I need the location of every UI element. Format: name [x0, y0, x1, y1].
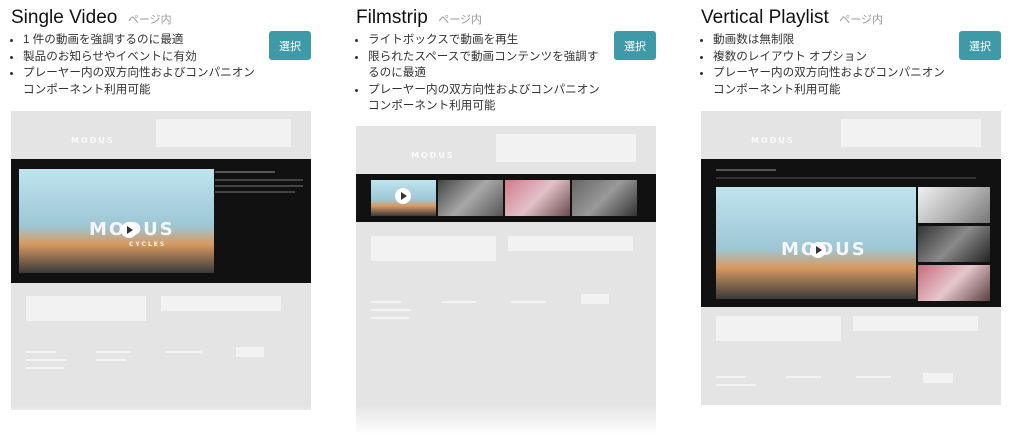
layout-preview-thumbnail[interactable]: MODUS MODUS CYCLES [11, 111, 311, 410]
feature-list: 動画数は無制限 複数のレイアウト オプション プレーヤー内の双方向性およびコンパ… [701, 32, 953, 98]
playlist-item [918, 226, 990, 262]
card-subtitle: ページ内 [127, 14, 172, 26]
card-header: Single Video ページ内 [11, 7, 172, 29]
select-button[interactable]: 選択 [959, 31, 1001, 60]
card-header: Vertical Playlist ページ内 [701, 7, 883, 29]
layout-card-vertical-playlist: Vertical Playlist ページ内 動画数は無制限 複数のレイアウト … [701, 0, 1011, 435]
filmstrip-item [572, 180, 637, 216]
playlist-item [918, 265, 990, 301]
video-player-area: MODUS CYCLES [11, 159, 311, 283]
feature-list: ライトボックスで動画を再生 限られたスペースで動画コンテンツを強調するのに最適 … [356, 32, 608, 115]
filmstrip-item [371, 180, 436, 216]
card-title: Vertical Playlist [701, 7, 829, 28]
select-button[interactable]: 選択 [269, 31, 311, 60]
feature-item: プレーヤー内の双方向性およびコンパニオン コンポーネント利用可能 [368, 82, 608, 115]
layout-card-filmstrip: Filmstrip ページ内 ライトボックスで動画を再生 限られたスペースで動画… [356, 0, 666, 435]
feature-item: 限られたスペースで動画コンテンツを強調するのに最適 [368, 49, 608, 82]
card-header: Filmstrip ページ内 [356, 7, 482, 29]
feature-item: 動画数は無制限 [713, 32, 953, 49]
playlist-item [918, 187, 990, 223]
video-frame: MODUS CYCLES [19, 169, 214, 273]
play-icon [121, 222, 137, 238]
brand-subtext: CYCLES [129, 241, 167, 248]
filmstrip-bar [356, 174, 656, 222]
feature-item: ライトボックスで動画を再生 [368, 32, 608, 49]
card-title: Filmstrip [356, 7, 428, 28]
layout-card-single-video: Single Video ページ内 1 件の動画を強調するのに最適 製品のお知ら… [11, 0, 321, 435]
layout-preview-thumbnail[interactable]: MODUS [356, 126, 656, 435]
play-icon [810, 242, 826, 258]
feature-item: プレーヤー内の双方向性およびコンパニオン コンポーネント利用可能 [713, 65, 953, 98]
feature-item: 製品のお知らせやイベントに有効 [23, 49, 263, 66]
card-subtitle: ページ内 [438, 14, 483, 26]
play-icon [395, 188, 411, 204]
video-frame: MODUS [716, 187, 916, 299]
video-player-area: MODUS [701, 159, 1001, 307]
feature-item: 1 件の動画を強調するのに最適 [23, 32, 263, 49]
preview-logo: MODUS [751, 136, 795, 145]
card-title: Single Video [11, 7, 118, 28]
select-button[interactable]: 選択 [614, 31, 656, 60]
feature-item: プレーヤー内の双方向性およびコンパニオン コンポーネント利用可能 [23, 65, 263, 98]
preview-logo: MODUS [71, 136, 115, 145]
filmstrip-item [505, 180, 570, 216]
bottom-fade [0, 405, 1024, 435]
feature-item: 複数のレイアウト オプション [713, 49, 953, 66]
layout-preview-thumbnail[interactable]: MODUS MODUS [701, 111, 1001, 405]
preview-logo: MODUS [411, 151, 455, 160]
feature-list: 1 件の動画を強調するのに最適 製品のお知らせやイベントに有効 プレーヤー内の双… [11, 32, 263, 98]
filmstrip-item [438, 180, 503, 216]
card-subtitle: ページ内 [839, 14, 884, 26]
